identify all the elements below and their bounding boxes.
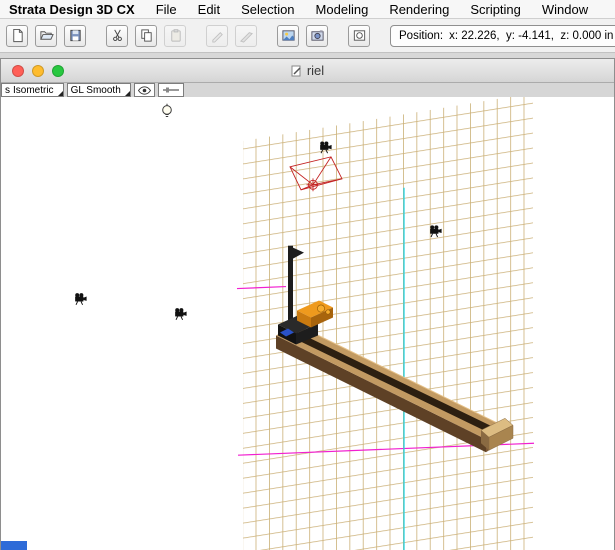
camera-icon[interactable]	[174, 307, 187, 321]
visibility-toggle[interactable]	[133, 83, 155, 97]
open-folder-icon	[39, 31, 54, 40]
menu-file[interactable]: File	[156, 2, 177, 17]
render-preview-button[interactable]	[306, 24, 328, 47]
menu-modeling[interactable]: Modeling	[316, 2, 369, 17]
screen: Strata Design 3D CX File Edit Selection …	[0, 0, 615, 550]
render-image-icon	[281, 30, 295, 41]
file-button-group	[6, 24, 93, 47]
save-button[interactable]	[64, 24, 86, 47]
point-light-icon[interactable]	[162, 103, 172, 117]
slider-icon	[162, 87, 179, 93]
cut-button[interactable]	[106, 24, 128, 47]
shading-label: GL Smooth	[70, 84, 121, 96]
eye-icon	[137, 85, 151, 95]
document-window: riel s Isometric GL Smooth	[0, 58, 615, 550]
position-field[interactable]: Position: x: 22.226, y: -4.141, z: 0.000…	[390, 24, 615, 47]
menu-bar: Strata Design 3D CX File Edit Selection …	[0, 0, 615, 19]
render-button[interactable]	[277, 24, 299, 47]
shading-dropdown[interactable]: GL Smooth	[66, 83, 131, 97]
camera-icon[interactable]	[74, 292, 87, 306]
paste-clipboard-icon	[170, 29, 181, 42]
menu-edit[interactable]: Edit	[198, 2, 220, 17]
copy-pages-icon	[140, 29, 152, 42]
document-proxy-icon	[291, 65, 301, 76]
bottom-left-indicator	[1, 541, 27, 550]
paste-button[interactable]	[164, 24, 186, 47]
pen-tool-button[interactable]	[206, 24, 228, 47]
window-title: riel	[1, 59, 614, 82]
snapshot-button-group	[348, 24, 377, 47]
view-mode-label: Isometric	[13, 84, 54, 96]
popup-corner-icon	[124, 91, 130, 96]
viewport-control-strip: s Isometric GL Smooth	[1, 83, 614, 97]
snapshot-frame-icon	[353, 30, 365, 41]
menu-selection[interactable]: Selection	[241, 2, 294, 17]
menu-rendering[interactable]: Rendering	[389, 2, 449, 17]
draw-button-group	[206, 24, 264, 47]
menu-window[interactable]: Window	[542, 2, 588, 17]
marker-tool-button[interactable]	[235, 24, 257, 47]
popup-corner-icon	[57, 91, 63, 96]
save-floppy-icon	[69, 29, 81, 42]
open-button[interactable]	[35, 24, 57, 47]
position-label: Position:	[399, 29, 444, 42]
snapshot-button[interactable]	[348, 24, 370, 47]
view-mode-dropdown[interactable]: s Isometric	[1, 83, 64, 97]
edit-button-group	[106, 24, 193, 47]
render-button-group	[277, 24, 335, 47]
new-document-icon	[12, 28, 23, 43]
app-menu[interactable]: Strata Design 3D CX	[9, 2, 135, 17]
viewport-canvas[interactable]	[1, 97, 614, 550]
scissors-icon	[112, 29, 122, 42]
scene-canvas[interactable]	[1, 97, 614, 550]
new-document-button[interactable]	[6, 24, 28, 47]
marker-icon	[239, 32, 253, 43]
detail-slider[interactable]	[157, 83, 184, 97]
menu-scripting[interactable]: Scripting	[470, 2, 521, 17]
window-title-text: riel	[306, 63, 325, 78]
render-preview-icon	[310, 30, 324, 41]
position-value: x: 22.226, y: -4.141, z: 0.000 in	[449, 29, 614, 42]
toolbar: Position: x: 22.226, y: -4.141, z: 0.000…	[0, 19, 615, 53]
pen-icon	[211, 32, 223, 43]
title-bar: riel	[1, 59, 614, 83]
copy-button[interactable]	[135, 24, 157, 47]
view-label-fragment: s	[5, 84, 10, 96]
